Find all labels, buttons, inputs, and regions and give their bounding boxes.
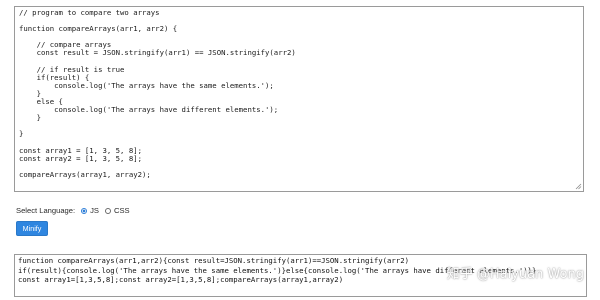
radio-js[interactable] <box>81 207 88 214</box>
minify-button[interactable]: Minify <box>16 221 48 236</box>
code-line: const array2 = [1, 3, 5, 8]; <box>19 153 143 163</box>
code-input-text: // program to compare two arrays functio… <box>19 8 580 179</box>
code-line: compareArrays(array1, array2); <box>19 169 151 179</box>
code-line: console.log('The arrays have different e… <box>19 105 279 115</box>
resize-grip-icon[interactable] <box>575 183 582 190</box>
code-line: const result = JSON.stringify(arr1) == J… <box>19 48 296 58</box>
watermark: 知乎 @Haiyuan Wong <box>446 267 584 282</box>
code-line: console.log('The arrays have the same el… <box>19 80 274 90</box>
code-line: } <box>19 129 24 139</box>
radio-js-label[interactable]: JS <box>90 206 99 215</box>
code-line: } <box>19 113 41 123</box>
code-input-textarea[interactable]: // program to compare two arrays functio… <box>14 6 584 192</box>
code-line: // program to compare two arrays <box>19 8 160 17</box>
radio-css-label[interactable]: CSS <box>114 206 130 215</box>
code-line: function compareArrays(arr1, arr2) { <box>19 24 178 34</box>
radio-css[interactable] <box>105 207 111 214</box>
language-label: Select Language: <box>16 206 76 215</box>
language-selector: Select Language: JS CSS <box>16 206 130 215</box>
